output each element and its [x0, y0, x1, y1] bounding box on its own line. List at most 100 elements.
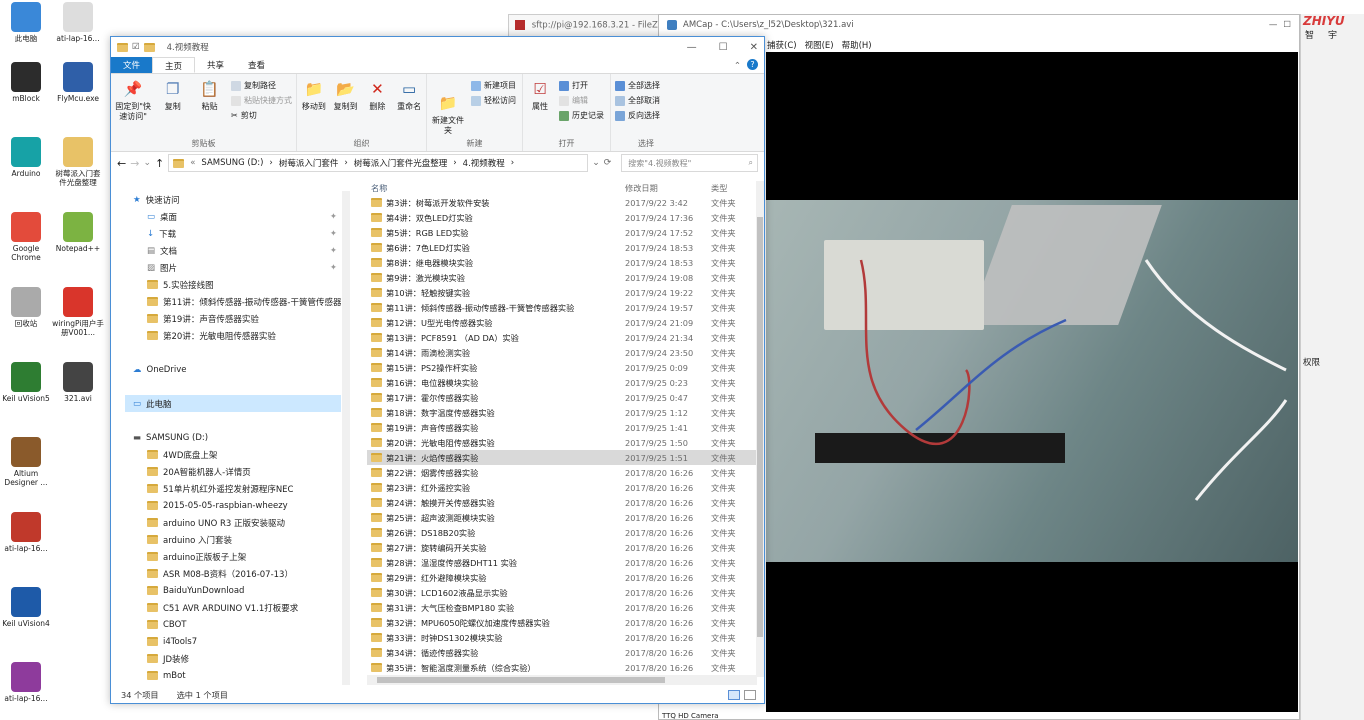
nav-item[interactable]: 5.实验接线图 — [125, 276, 341, 293]
file-row[interactable]: 第13讲：PCF8591 （AD DA）实验 2017/9/24 21:34 文件夹 — [367, 330, 757, 345]
nav-item[interactable]: 第19讲：声音传感器实验 — [125, 310, 341, 327]
nav-item[interactable]: ▤ 文档 ✦ — [125, 242, 341, 259]
nav-item[interactable]: 51单片机红外遥控发射源程序NEC — [125, 480, 341, 497]
desktop-icon[interactable]: mBlock — [0, 62, 52, 103]
file-row[interactable]: 第24讲：触摸开关传感器实验 2017/8/20 16:26 文件夹 — [367, 495, 757, 510]
file-row[interactable]: 第3讲：树莓派开发软件安装 2017/9/22 3:42 文件夹 — [367, 195, 757, 210]
file-row[interactable]: 第22讲：烟雾传感器实验 2017/8/20 16:26 文件夹 — [367, 465, 757, 480]
file-row[interactable]: 第29讲：红外避障模块实验 2017/8/20 16:26 文件夹 — [367, 570, 757, 585]
maximize-button[interactable]: ☐ — [719, 42, 728, 53]
address-bar[interactable]: « SAMSUNG (D:) › 树莓派入门套件 › 树莓派入门套件光盘整理 › 4.… — [168, 154, 589, 172]
file-row[interactable]: 第5讲：RGB LED实验 2017/9/24 17:52 文件夹 — [367, 225, 757, 240]
nav-item[interactable]: arduino正版板子上架 — [125, 548, 341, 565]
file-row[interactable]: 第33讲：时钟DS1302模块实验 2017/8/20 16:26 文件夹 — [367, 630, 757, 645]
file-row[interactable]: 第9讲：激光模块实验 2017/9/24 19:08 文件夹 — [367, 270, 757, 285]
desktop-icon[interactable]: 回收站 — [0, 287, 52, 328]
nav-item[interactable]: ★ 快速访问 — [125, 191, 341, 208]
list-scrollbar[interactable] — [756, 181, 764, 677]
breadcrumb-current[interactable]: 4.视频教程 — [463, 157, 505, 169]
filezilla-window[interactable]: sftp://pi@192.168.3.21 - FileZill — [508, 14, 678, 38]
nav-item[interactable]: arduino UNO R3 正版安装驱动 — [125, 514, 341, 531]
column-name[interactable]: 名称 — [367, 182, 625, 194]
explorer-titlebar[interactable]: ☑ 4.视频教程 — ☐ ✕ — [111, 37, 764, 57]
nav-item[interactable]: JD装修 — [125, 650, 341, 667]
nav-item[interactable]: ▭ 此电脑 — [125, 395, 341, 412]
nav-item[interactable]: ▨ 图片 ✦ — [125, 259, 341, 276]
desktop-icon[interactable]: Keil uVision4 — [0, 587, 52, 628]
recent-chevron-icon[interactable]: ⌄ — [143, 158, 151, 168]
desktop-icon[interactable]: Arduino — [0, 137, 52, 178]
nav-item[interactable]: mBot — [125, 667, 341, 684]
search-input[interactable]: 搜索"4.视频教程" ⌕ — [621, 154, 758, 172]
file-row[interactable]: 第26讲：DS18B20实验 2017/8/20 16:26 文件夹 — [367, 525, 757, 540]
nav-item[interactable]: 4WD底盘上架 — [125, 446, 341, 463]
edit-button[interactable]: 编辑 — [559, 95, 604, 106]
tab-view[interactable]: 查看 — [236, 57, 277, 73]
nav-item[interactable]: 第20讲：光敏电阻传感器实验 — [125, 327, 341, 344]
file-row[interactable]: 第8讲：继电器模块实验 2017/9/24 18:53 文件夹 — [367, 255, 757, 270]
list-scroll-thumb[interactable] — [757, 217, 763, 637]
file-row[interactable]: 第35讲：智能温度测量系统（综合实验） 2017/8/20 16:26 文件夹 — [367, 660, 757, 675]
file-row[interactable]: 第30讲：LCD1602液晶显示实验 2017/8/20 16:26 文件夹 — [367, 585, 757, 600]
file-explorer-window[interactable]: ☑ 4.视频教程 — ☐ ✕ 文件 主页 共享 查看 ⌃ ? 📌 固定到"快速访问… — [110, 36, 765, 704]
tab-home[interactable]: 主页 — [152, 57, 196, 73]
copy-path-button[interactable]: 复制路径 — [231, 80, 292, 91]
file-row[interactable]: 第20讲：光敏电阻传感器实验 2017/9/25 1:50 文件夹 — [367, 435, 757, 450]
tab-file[interactable]: 文件 — [111, 57, 153, 73]
easy-access-button[interactable]: 轻松访问 — [471, 95, 516, 106]
tab-share[interactable]: 共享 — [195, 57, 236, 73]
qat-newfolder-icon[interactable] — [143, 42, 155, 52]
ribbon-collapse-icon[interactable]: ⌃ — [728, 61, 747, 73]
nav-item[interactable]: C51 AVR ARDUINO V1.1打板要求 — [125, 599, 341, 616]
file-row[interactable]: 第16讲：电位器模块实验 2017/9/25 0:23 文件夹 — [367, 375, 757, 390]
desktop-icon[interactable]: 树莓派入门套件光盘整理 — [52, 137, 104, 187]
close-button[interactable]: ✕ — [750, 42, 758, 53]
nav-item[interactable]: 20A智能机器人-详情页 — [125, 463, 341, 480]
list-hscrollbar[interactable] — [367, 675, 757, 685]
desktop-icon[interactable]: wiringPi用户手册V001... — [52, 287, 104, 337]
history-button[interactable]: 历史记录 — [559, 110, 604, 121]
refresh-icon[interactable]: ⟳ — [604, 158, 612, 168]
nav-item[interactable]: BaiduYunDownload — [125, 582, 341, 599]
column-date[interactable]: 修改日期 — [625, 182, 711, 194]
menu-view[interactable]: 视图(E) — [805, 39, 834, 51]
address-dropdown-icon[interactable]: ⌄ — [592, 158, 600, 168]
nav-scrollbar[interactable] — [342, 191, 350, 685]
file-row[interactable]: 第32讲：MPU6050陀螺仪加速度传感器实验 2017/8/20 16:26 文件… — [367, 615, 757, 630]
nav-item[interactable]: mixly — [125, 684, 341, 685]
breadcrumb-disc[interactable]: 树莓派入门套件光盘整理 — [354, 157, 448, 169]
breadcrumb-kit[interactable]: 树莓派入门套件 — [279, 157, 339, 169]
paste-shortcut-button[interactable]: 粘贴快捷方式 — [231, 95, 292, 106]
nav-item[interactable]: ☁ OneDrive — [125, 361, 341, 378]
menu-capture[interactable]: 捕获(C) — [767, 39, 797, 51]
list-hscroll-thumb[interactable] — [377, 677, 665, 683]
large-icons-view-icon[interactable] — [744, 690, 756, 700]
file-row[interactable]: 第10讲：轻触按键实验 2017/9/24 19:22 文件夹 — [367, 285, 757, 300]
amcap-maximize-button[interactable]: ☐ — [1283, 20, 1291, 32]
new-item-button[interactable]: 新建项目 — [471, 80, 516, 91]
desktop-icon[interactable]: ati-lap-16... — [0, 662, 52, 703]
nav-item[interactable]: ↓ 下载 ✦ — [125, 225, 341, 242]
nav-item[interactable]: CBOT — [125, 616, 341, 633]
cut-button[interactable]: ✂ 剪切 — [231, 110, 292, 121]
nav-item[interactable]: 第11讲：倾斜传感器-振动传感器-干簧管传感器实验 — [125, 293, 341, 310]
file-row[interactable]: 第31讲：大气压检查BMP180 实验 2017/8/20 16:26 文件夹 — [367, 600, 757, 615]
open-button[interactable]: 打开 — [559, 80, 604, 91]
nav-item[interactable]: arduino 入门套装 — [125, 531, 341, 548]
menu-help[interactable]: 帮助(H) — [842, 39, 872, 51]
amcap-minimize-button[interactable]: — — [1269, 20, 1278, 32]
invert-selection-button[interactable]: 反向选择 — [615, 110, 660, 121]
minimize-button[interactable]: — — [687, 42, 697, 53]
desktop-icon[interactable]: Notepad++ — [52, 212, 104, 253]
file-row[interactable]: 第27讲：旋转编码开关实验 2017/8/20 16:26 文件夹 — [367, 540, 757, 555]
file-row[interactable]: 第14讲：雨滴检测实验 2017/9/24 23:50 文件夹 — [367, 345, 757, 360]
select-none-button[interactable]: 全部取消 — [615, 95, 660, 106]
file-row[interactable]: 第17讲：霍尔传感器实验 2017/9/25 0:47 文件夹 — [367, 390, 757, 405]
nav-item[interactable]: ▭ 桌面 ✦ — [125, 208, 341, 225]
desktop-icon[interactable]: ati-lap-16... — [0, 512, 52, 553]
file-row[interactable]: 第28讲：温湿度传感器DHT11 实验 2017/8/20 16:26 文件夹 — [367, 555, 757, 570]
desktop-icon[interactable]: 321.avi — [52, 362, 104, 403]
help-icon[interactable]: ? — [747, 59, 758, 70]
forward-arrow-icon[interactable]: → — [130, 157, 139, 170]
file-row[interactable]: 第21讲：火焰传感器实验 2017/9/25 1:51 文件夹 — [367, 450, 757, 465]
